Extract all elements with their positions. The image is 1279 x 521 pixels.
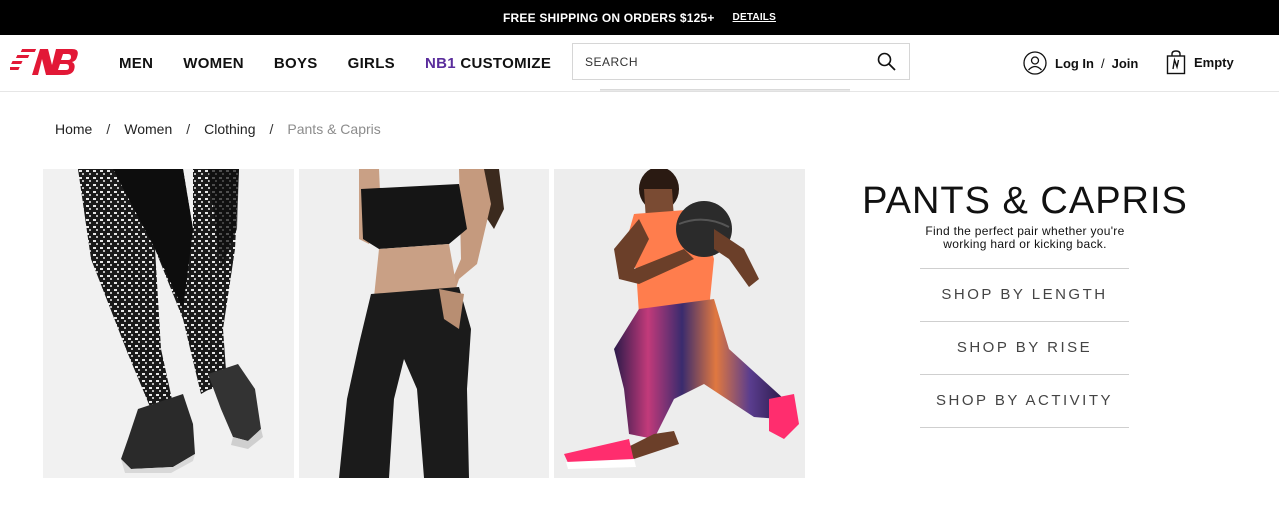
- category-description: Find the perfect pair whether you're wor…: [925, 224, 1125, 251]
- nb1-label: NB1: [424, 54, 456, 72]
- breadcrumb-women[interactable]: Women: [124, 121, 172, 137]
- nav-nb1-customize[interactable]: NB1 CUSTOMIZE: [425, 55, 551, 72]
- shopping-bag-icon: [1166, 50, 1186, 75]
- shop-by-list: SHOP BY LENGTH SHOP BY RISE SHOP BY ACTI…: [920, 268, 1129, 428]
- search-input[interactable]: [573, 44, 875, 79]
- breadcrumb: Home / Women / Clothing / Pants & Capris: [55, 121, 381, 137]
- hero-image-joggers[interactable]: [299, 169, 549, 478]
- user-icon[interactable]: [1023, 51, 1047, 75]
- leggings-illustration: [43, 169, 294, 478]
- search-icon[interactable]: [877, 52, 896, 71]
- promo-details-link[interactable]: DETAILS: [733, 12, 776, 23]
- site-header: MEN WOMEN BOYS GIRLS NB1 CUSTOMIZE Log I…: [0, 35, 1279, 92]
- category-panel: PANTS & CAPRIS Find the perfect pair whe…: [860, 180, 1190, 428]
- breadcrumb-current: Pants & Capris: [287, 121, 381, 137]
- nav-boys[interactable]: BOYS: [274, 55, 318, 72]
- breadcrumb-separator: /: [269, 121, 274, 137]
- shop-by-length-link[interactable]: SHOP BY LENGTH: [920, 268, 1129, 321]
- promo-bar: FREE SHIPPING ON ORDERS $125+ DETAILS: [0, 0, 1279, 35]
- joggers-illustration: [299, 169, 549, 478]
- login-link[interactable]: Log In: [1055, 56, 1094, 71]
- breadcrumb-separator: /: [186, 121, 191, 137]
- shop-by-activity-link[interactable]: SHOP BY ACTIVITY: [920, 374, 1129, 428]
- join-link[interactable]: Join: [1112, 56, 1139, 71]
- account-separator: /: [1101, 55, 1105, 71]
- new-balance-logo[interactable]: [10, 45, 78, 79]
- nav-men[interactable]: MEN: [119, 55, 153, 72]
- capris-illustration: [554, 169, 805, 478]
- category-title: PANTS & CAPRIS: [862, 180, 1188, 222]
- hero-image-leggings[interactable]: [43, 169, 294, 478]
- search-dropdown-shadow: [600, 89, 850, 92]
- search-box: [572, 43, 910, 80]
- breadcrumb-clothing[interactable]: Clothing: [204, 121, 255, 137]
- promo-message: FREE SHIPPING ON ORDERS $125+: [503, 10, 715, 25]
- cart-button[interactable]: Empty: [1166, 50, 1234, 75]
- nav-women[interactable]: WOMEN: [183, 55, 244, 72]
- nav-girls[interactable]: GIRLS: [348, 55, 395, 72]
- breadcrumb-home[interactable]: Home: [55, 121, 92, 137]
- hero-image-capris[interactable]: [554, 169, 805, 478]
- breadcrumb-separator: /: [106, 121, 111, 137]
- customize-label: CUSTOMIZE: [460, 54, 552, 72]
- cart-label: Empty: [1194, 55, 1234, 70]
- account-links: Log In / Join: [1023, 51, 1138, 75]
- main-nav: MEN WOMEN BOYS GIRLS NB1 CUSTOMIZE: [119, 35, 581, 91]
- shop-by-rise-link[interactable]: SHOP BY RISE: [920, 321, 1129, 374]
